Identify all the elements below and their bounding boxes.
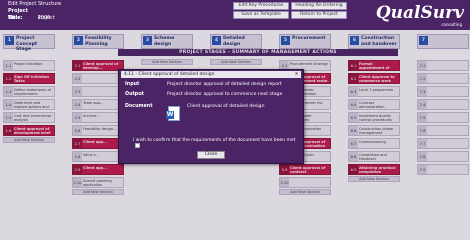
- qualsurv-logo: QualSurv: [375, 3, 464, 23]
- confirm-checkbox[interactable]: [135, 143, 140, 148]
- input-label: Input: [125, 82, 140, 87]
- logo-subtitle: consulting: [441, 22, 462, 27]
- title-row: Title: Project: [8, 15, 55, 22]
- heading-reordering-button[interactable]: Heading Re-Ordering: [291, 2, 347, 10]
- dialog-title: 4.11 - Client approval of detailed desig…: [121, 71, 301, 78]
- close-icon[interactable]: x: [294, 72, 299, 77]
- output-value: Project director approval to commence ne…: [167, 92, 283, 97]
- confirm-row: I wish to confirm that the requirements …: [133, 138, 303, 149]
- input-value: Project director approval of detailed de…: [167, 82, 282, 87]
- save-as-template-button[interactable]: Save as Template: [233, 11, 289, 19]
- app-header: Edit Project Structure Project No: 1000 …: [0, 0, 470, 30]
- title-value: Project: [37, 15, 55, 21]
- document-link[interactable]: Client approval of detailed design: [187, 104, 265, 109]
- header-title: Edit Project Structure: [8, 1, 62, 7]
- word-document-icon[interactable]: W: [166, 106, 180, 121]
- title-label: Title:: [8, 15, 23, 21]
- edit-key-procedures-button[interactable]: Edit Key Procedures: [233, 2, 289, 10]
- output-label: Output: [125, 92, 144, 97]
- document-label: Document: [125, 104, 153, 109]
- procedure-dialog: 4.11 - Client approval of detailed desig…: [118, 69, 304, 164]
- return-to-project-button[interactable]: Return to Project: [291, 11, 347, 19]
- confirm-text: I wish to confirm that the requirements …: [133, 138, 296, 143]
- close-button[interactable]: Close: [197, 151, 225, 159]
